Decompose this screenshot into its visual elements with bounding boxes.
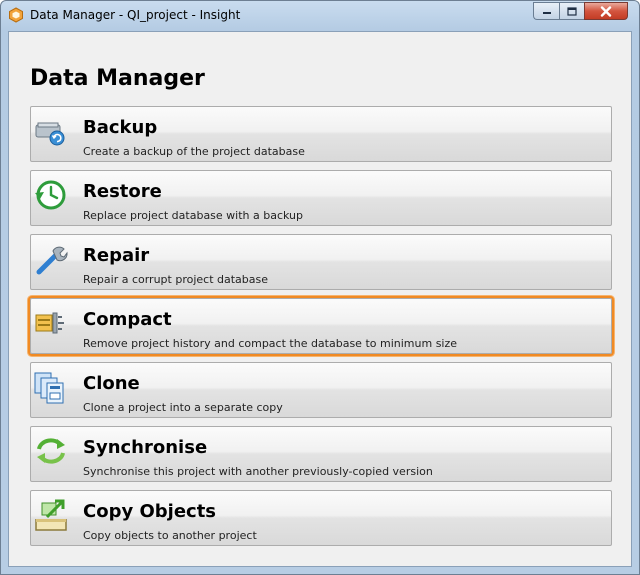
window-title: Data Manager - QI_project - Insight	[30, 8, 241, 22]
close-button[interactable]	[584, 2, 628, 20]
backup-icon	[35, 122, 65, 146]
item-description: Clone a project into a separate copy	[83, 401, 283, 414]
minimize-icon	[542, 12, 551, 14]
item-description: Synchronise this project with another pr…	[83, 465, 433, 478]
item-description: Remove project history and compact the d…	[83, 337, 458, 350]
clone-button[interactable]: Clone Clone a project into a separate co…	[30, 362, 612, 418]
repair-button[interactable]: Repair Repair a corrupt project database	[30, 234, 612, 290]
compact-icon	[35, 312, 64, 334]
maximize-button[interactable]	[559, 2, 584, 20]
page-title: Data Manager	[30, 66, 205, 91]
item-description: Replace project database with a backup	[83, 209, 304, 222]
item-label: Backup	[83, 117, 158, 138]
maximize-icon	[567, 6, 577, 16]
item-description: Copy objects to another project	[83, 529, 257, 542]
close-icon	[600, 5, 612, 17]
item-label: Copy Objects	[83, 501, 217, 522]
restore-icon	[35, 180, 66, 210]
backup-button[interactable]: Backup Create a backup of the project da…	[30, 106, 612, 162]
repair-icon	[36, 246, 68, 275]
compact-button[interactable]: Compact Remove project history and compa…	[30, 298, 612, 354]
client-area: Data Manager Backup Create a backup of t…	[8, 31, 632, 567]
synchronise-icon	[37, 438, 65, 464]
title-bar[interactable]: Data Manager - QI_project - Insight	[1, 1, 639, 31]
copy-objects-icon	[35, 499, 67, 531]
item-label: Restore	[83, 181, 162, 202]
item-label: Clone	[83, 373, 140, 394]
item-description: Repair a corrupt project database	[83, 273, 269, 286]
app-logo-icon	[9, 7, 23, 23]
item-description: Create a backup of the project database	[83, 145, 305, 158]
item-label: Repair	[83, 245, 150, 266]
clone-icon	[34, 372, 64, 404]
item-label: Compact	[83, 309, 172, 330]
item-label: Synchronise	[83, 437, 208, 458]
copy-objects-button[interactable]: Copy Objects Copy objects to another pro…	[30, 490, 612, 546]
app-window: Data Manager - QI_project - Insight Data…	[0, 0, 640, 575]
restore-button[interactable]: Restore Replace project database with a …	[30, 170, 612, 226]
minimize-button[interactable]	[533, 2, 559, 20]
synchronise-button[interactable]: Synchronise Synchronise this project wit…	[30, 426, 612, 482]
